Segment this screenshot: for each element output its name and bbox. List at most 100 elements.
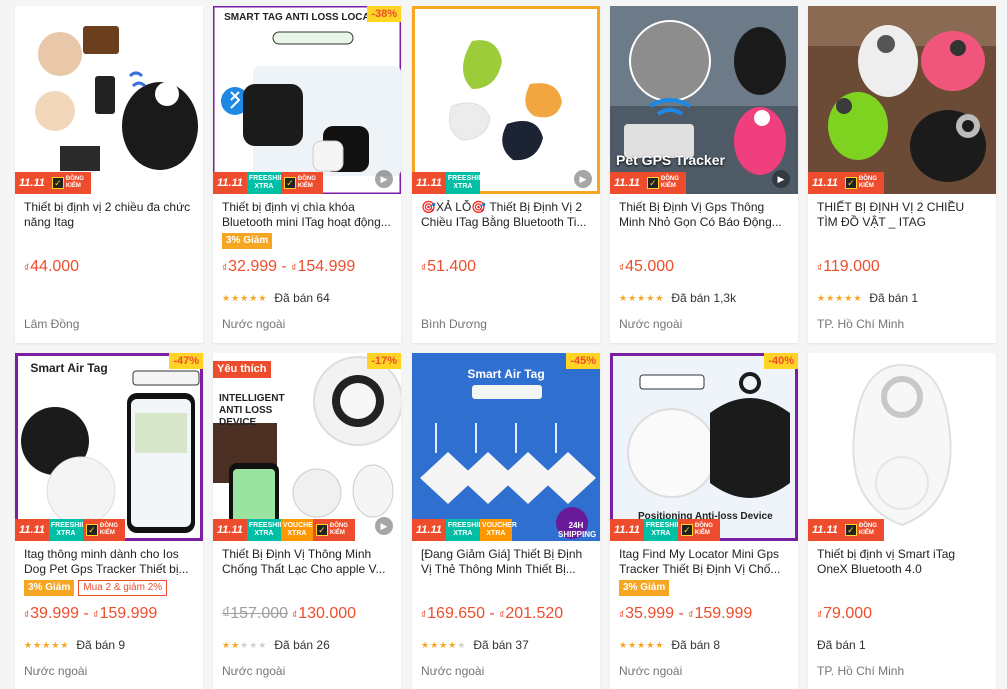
star-icon: ★ [646, 640, 655, 650]
product-card[interactable]: Positioning Anti-loss Device -40% 11.11 … [610, 353, 798, 689]
product-card[interactable]: Pet GPS Tracker 11.11 ✓ ĐỒNG KIỂM ▶ Thiết… [610, 6, 798, 343]
product-card[interactable]: 11.11 ✓ ĐỒNG KIỂM Thiết bị định vị 2 chiề… [15, 6, 203, 343]
product-price: ₫119.000 [817, 258, 880, 275]
star-icon: ★ [421, 640, 430, 650]
star-icon: ★ [655, 640, 664, 650]
product-name[interactable]: Itag Find My Locator Mini Gps Tracker Th… [619, 547, 789, 576]
sold-count: Đã bán 64 [274, 291, 330, 305]
product-card[interactable]: Smart Air Tag -47% 11.11 FREESHIP XTRA ✓… [15, 353, 203, 689]
promo-badge-strip: 11.11 ✓ ĐỒNG KIỂM [610, 172, 686, 194]
promo-badge-strip: 11.11 FREESHIP XTRA ✓ ĐỒNG KIỂM [610, 519, 720, 541]
star-icon: ★ [439, 640, 448, 650]
star-icon: ★ [60, 640, 69, 650]
sold-count: Đã bán 37 [473, 638, 529, 652]
product-location: Nước ngoài [619, 317, 683, 331]
freeship-badge: FREESHIP XTRA [48, 519, 86, 541]
product-card[interactable]: 11.11 FREESHIP XTRA ▶ 🎯XẢ LỖ🎯 Thiết Bị Đ… [412, 6, 600, 343]
star-icon: ★ [628, 293, 637, 303]
star-icon: ★ [826, 293, 835, 303]
star-icon: ★ [844, 293, 853, 303]
product-image[interactable]: SMART TAG ANTI LOSS LOCATOR -38% 11.11 F… [213, 6, 401, 194]
product-name[interactable]: Thiết bị định vị chìa khóa Bluetooth min… [222, 200, 392, 229]
promo-badge-strip: 11.11 ✓ ĐỒNG KIỂM [808, 519, 884, 541]
play-video-icon[interactable]: ▶ [574, 170, 592, 188]
rating-row: ★ ★ ★ ★ ★ Đã bán 8 [619, 638, 720, 652]
check-icon: ✓ [315, 524, 328, 536]
product-card[interactable]: 11.11 ✓ ĐỒNG KIỂM Thiết bị định vị Smart … [808, 353, 996, 689]
product-name[interactable]: Thiết bị định vị Smart iTag OneX Bluetoo… [817, 547, 987, 576]
star-icon: ★ [240, 293, 249, 303]
product-image[interactable]: 11.11 ✓ ĐỒNG KIỂM [15, 6, 203, 194]
sold-count: Đã bán 26 [274, 638, 330, 652]
product-location: Bình Dương [421, 317, 487, 331]
product-card[interactable]: SMART TAG ANTI LOSS LOCATOR -38% 11.11 F… [213, 6, 401, 343]
product-price: ₫79.000 [817, 605, 873, 622]
star-rating: ★ ★ ★ ★ ★ [817, 293, 861, 303]
play-video-icon[interactable]: ▶ [375, 517, 393, 535]
star-icon: ★ [258, 293, 267, 303]
sale-1111-badge: 11.11 [808, 172, 842, 194]
promo-tags: 3% Giảm [619, 580, 670, 596]
sold-count: Đã bán 9 [76, 638, 126, 652]
star-icon: ★ [448, 640, 457, 650]
star-empty-icon: ★ [457, 640, 466, 650]
product-image[interactable]: Pet GPS Tracker 11.11 ✓ ĐỒNG KIỂM ▶ [610, 6, 798, 194]
star-icon: ★ [231, 640, 240, 650]
product-name[interactable]: 🎯XẢ LỖ🎯 Thiết Bị Định Vị 2 Chiều ITag Bằ… [421, 200, 591, 229]
star-icon: ★ [628, 640, 637, 650]
star-icon: ★ [51, 640, 60, 650]
promo-badge-strip: 11.11 FREESHIP XTRA VOUCHER XTRA [412, 519, 517, 541]
product-name[interactable]: Itag thông minh dành cho Ios Dog Pet Gps… [24, 547, 194, 576]
sale-1111-badge: 11.11 [412, 172, 446, 194]
star-rating: ★ ★ ★ ★ ★ [619, 640, 663, 650]
promo-tags: 3% Giảm Mua 2 & giảm 2% [24, 580, 168, 596]
product-image[interactable]: 11.11 ✓ ĐỒNG KIỂM [808, 6, 996, 194]
check-icon: ✓ [51, 177, 64, 189]
product-name[interactable]: THIẾT BỊ ĐỊNH VỊ 2 CHIỀU TÌM ĐỒ VẬT _ IT… [817, 200, 987, 229]
discount-badge: -40% [764, 353, 798, 369]
star-icon: ★ [817, 293, 826, 303]
product-card[interactable]: Smart Air Tag -45% 24H SHIPPING 11.11 FR… [412, 353, 600, 689]
sold-count: Đã bán 1,3k [671, 291, 737, 305]
bundle-deal-tag: Mua 2 & giảm 2% [78, 580, 168, 596]
product-card[interactable]: Yêu thích -17% INTELLIGENT ANTI LOSS DEV… [213, 353, 401, 689]
verified-badge: ✓ ĐỒNG KIỂM [643, 172, 686, 194]
product-image[interactable]: Smart Air Tag -45% 24H SHIPPING 11.11 FR… [412, 353, 600, 541]
promo-badge-strip: 11.11 FREESHIP XTRA ✓ ĐỒNG KIỂM [15, 519, 125, 541]
product-name[interactable]: Thiết bị định vị 2 chiều đa chức năng It… [24, 200, 194, 229]
product-price: ₫35.999 - ₫159.999 [619, 605, 753, 622]
rating-row: Đã bán 1 [817, 638, 866, 652]
product-name[interactable]: Thiết Bị Định Vị Thông Minh Chống Thất L… [222, 547, 392, 576]
product-price: ₫39.999 - ₫159.999 [24, 605, 158, 622]
check-icon: ✓ [283, 177, 296, 189]
check-icon: ✓ [844, 524, 857, 536]
sale-1111-badge: 11.11 [610, 519, 644, 541]
product-name[interactable]: [Đang Giảm Giá] Thiết Bị Định Vị Thẻ Thô… [421, 547, 591, 576]
product-image[interactable]: 11.11 ✓ ĐỒNG KIỂM [808, 353, 996, 541]
image-title: INTELLIGENT ANTI LOSS DEVICE [219, 393, 285, 428]
product-image[interactable]: Smart Air Tag -47% 11.11 FREESHIP XTRA ✓… [15, 353, 203, 541]
original-price: ₫157.000 [222, 605, 289, 622]
star-icon: ★ [42, 640, 51, 650]
play-video-icon[interactable]: ▶ [772, 170, 790, 188]
play-video-icon[interactable]: ▶ [375, 170, 393, 188]
product-name[interactable]: Thiết Bị Định Vị Gps Thông Minh Nhỏ Gọn … [619, 200, 789, 229]
verified-badge: ✓ ĐỒNG KIỂM [48, 172, 91, 194]
verified-badge: ✓ ĐỒNG KIỂM [82, 519, 125, 541]
product-location: Nước ngoài [222, 317, 286, 331]
promo-badge-strip: 11.11 ✓ ĐỒNG KIỂM [808, 172, 884, 194]
rating-row: ★ ★ ★ ★ ★ Đã bán 1,3k [619, 291, 736, 305]
sale-1111-badge: 11.11 [213, 172, 247, 194]
product-image[interactable]: Yêu thích -17% INTELLIGENT ANTI LOSS DEV… [213, 353, 401, 541]
freeship-badge: FREESHIP XTRA [445, 172, 483, 194]
product-image[interactable]: Positioning Anti-loss Device -40% 11.11 … [610, 353, 798, 541]
product-location: TP. Hồ Chí Minh [817, 664, 905, 678]
star-rating: ★ ★ ★ ★ ★ [222, 640, 266, 650]
product-image[interactable]: 11.11 FREESHIP XTRA ▶ [412, 6, 600, 194]
star-icon: ★ [646, 293, 655, 303]
image-title: Smart Air Tag [30, 361, 108, 375]
star-icon: ★ [637, 640, 646, 650]
rating-row: ★ ★ ★ ★ ★ Đã bán 26 [222, 638, 330, 652]
sold-count: Đã bán 1 [817, 638, 866, 652]
product-card[interactable]: 11.11 ✓ ĐỒNG KIỂM THIẾT BỊ ĐỊNH VỊ 2 CHIỀ… [808, 6, 996, 343]
